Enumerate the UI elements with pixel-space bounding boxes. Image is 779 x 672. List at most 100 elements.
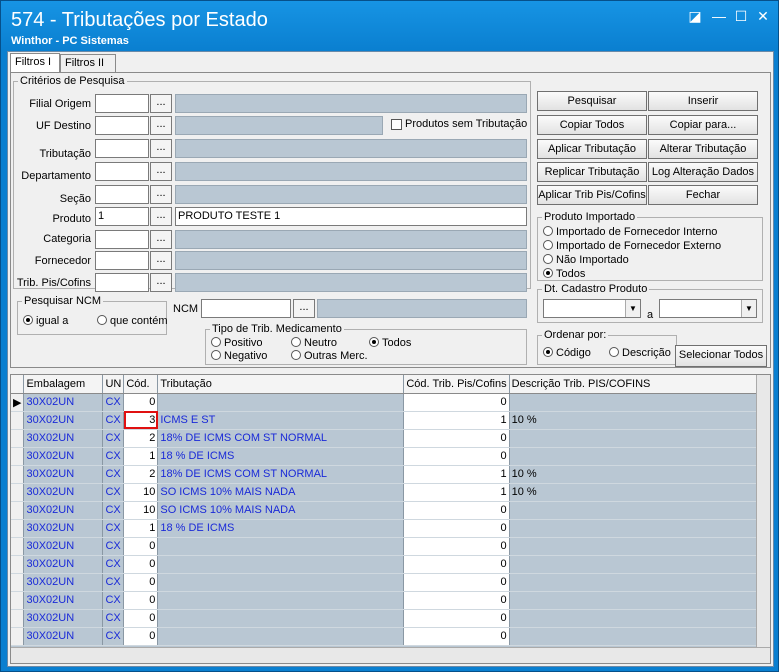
cell-desc-trib-pis[interactable]: [509, 573, 758, 592]
table-row[interactable]: 30X02UN CX 1 18 % DE ICMS 0: [11, 519, 766, 538]
cell-embalagem[interactable]: 30X02UN: [23, 411, 104, 430]
cell-desc-trib-pis[interactable]: [509, 519, 758, 538]
cell-cod[interactable]: 0: [123, 627, 159, 646]
cell-cod[interactable]: 2: [123, 465, 159, 484]
cell-desc-trib-pis[interactable]: [509, 555, 758, 574]
ordenar-codigo-radio[interactable]: Código: [543, 347, 591, 359]
cell-cod-trib-pis[interactable]: 0: [403, 501, 510, 520]
cell-un[interactable]: CX: [102, 393, 125, 412]
col-tributacao[interactable]: Tributação: [157, 375, 405, 394]
produto-input[interactable]: 1: [95, 207, 149, 226]
cell-cod[interactable]: 3: [123, 411, 159, 430]
table-row[interactable]: 30X02UN CX 0 0: [11, 609, 766, 628]
table-row[interactable]: 30X02UN CX 0 0: [11, 591, 766, 610]
produto-lookup-button[interactable]: ...: [150, 207, 172, 226]
cell-tributacao[interactable]: [157, 609, 405, 628]
cell-un[interactable]: CX: [102, 609, 125, 628]
cell-cod[interactable]: 0: [123, 537, 159, 556]
table-row[interactable]: 30X02UN CX 0 0: [11, 555, 766, 574]
uf-input[interactable]: [95, 116, 149, 135]
ordenar-descricao-radio[interactable]: Descrição: [609, 347, 671, 359]
cell-un[interactable]: CX: [102, 519, 125, 538]
cell-un[interactable]: CX: [102, 627, 125, 646]
table-row[interactable]: 30X02UN CX 10 SO ICMS 10% MAIS NADA 1 10 %: [11, 483, 766, 502]
cell-un[interactable]: CX: [102, 429, 125, 448]
cell-un[interactable]: CX: [102, 465, 125, 484]
col-embalagem[interactable]: Embalagem: [23, 375, 104, 394]
cell-embalagem[interactable]: 30X02UN: [23, 537, 104, 556]
cell-embalagem[interactable]: 30X02UN: [23, 501, 104, 520]
secao-input[interactable]: [95, 185, 149, 204]
cell-desc-trib-pis[interactable]: [509, 609, 758, 628]
table-row[interactable]: 30X02UN CX 2 18% DE ICMS COM ST NORMAL 1 10 %: [11, 465, 766, 484]
cell-desc-trib-pis[interactable]: [509, 501, 758, 520]
filial-lookup-button[interactable]: ...: [150, 94, 172, 113]
ncm-input[interactable]: [201, 299, 291, 318]
medic-neutro-radio[interactable]: Neutro: [291, 337, 337, 349]
tributacao-lookup-button[interactable]: ...: [150, 139, 172, 158]
departamento-lookup-button[interactable]: ...: [150, 162, 172, 181]
cell-un[interactable]: CX: [102, 447, 125, 466]
table-row[interactable]: ▶ 30X02UN CX 0 0: [11, 393, 766, 412]
cell-cod-trib-pis[interactable]: 0: [403, 591, 510, 610]
cell-un[interactable]: CX: [102, 483, 125, 502]
cell-embalagem[interactable]: 30X02UN: [23, 447, 104, 466]
cell-tributacao[interactable]: 18 % DE ICMS: [157, 447, 405, 466]
table-row[interactable]: 30X02UN CX 0 0: [11, 537, 766, 556]
categoria-input[interactable]: [95, 230, 149, 249]
cell-tributacao[interactable]: SO ICMS 10% MAIS NADA: [157, 501, 405, 520]
close-icon[interactable]: ✕: [753, 7, 773, 25]
cell-un[interactable]: CX: [102, 591, 125, 610]
ncm-lookup-button[interactable]: ...: [293, 299, 315, 318]
cell-embalagem[interactable]: 30X02UN: [23, 483, 104, 502]
cell-desc-trib-pis[interactable]: 10 %: [509, 411, 758, 430]
cadastro-from-select[interactable]: ▼: [543, 299, 641, 318]
results-grid[interactable]: Embalagem UN Cód. Tributação Cód. Trib. …: [10, 374, 771, 664]
cell-cod-trib-pis[interactable]: 0: [403, 393, 510, 412]
cadastro-to-select[interactable]: ▼: [659, 299, 757, 318]
cell-cod[interactable]: 0: [123, 555, 159, 574]
copiar-para-button[interactable]: Copiar para...: [648, 115, 758, 135]
cell-un[interactable]: CX: [102, 573, 125, 592]
col-cod-trib-pis[interactable]: Cód. Trib. Pis/Cofins: [403, 375, 510, 394]
restore-icon[interactable]: ◪: [685, 7, 705, 25]
cell-cod[interactable]: 0: [123, 591, 159, 610]
ncm-contem-radio[interactable]: que contém: [97, 315, 167, 327]
col-desc-trib-pis[interactable]: Descrição Trib. PIS/COFINS: [509, 375, 758, 394]
table-row[interactable]: 30X02UN CX 3 ICMS E ST 1 10 %: [11, 411, 766, 430]
cell-desc-trib-pis[interactable]: [509, 537, 758, 556]
departamento-input[interactable]: [95, 162, 149, 181]
cell-tributacao[interactable]: 18% DE ICMS COM ST NORMAL: [157, 465, 405, 484]
cell-cod-trib-pis[interactable]: 0: [403, 609, 510, 628]
cell-cod[interactable]: 10: [123, 483, 159, 502]
tab-filtros-1[interactable]: Filtros I: [10, 53, 60, 73]
categoria-lookup-button[interactable]: ...: [150, 230, 172, 249]
importado-externo-radio[interactable]: Importado de Fornecedor Externo: [543, 240, 721, 252]
cell-cod-trib-pis[interactable]: 0: [403, 573, 510, 592]
vertical-scrollbar[interactable]: [756, 375, 770, 649]
alterar-trib-button[interactable]: Alterar Tributação: [648, 139, 758, 159]
cell-desc-trib-pis[interactable]: [509, 393, 758, 412]
cell-tributacao[interactable]: 18% DE ICMS COM ST NORMAL: [157, 429, 405, 448]
sem-trib-checkbox[interactable]: Produtos sem Tributação: [391, 118, 527, 130]
tributacao-input[interactable]: [95, 139, 149, 158]
importado-interno-radio[interactable]: Importado de Fornecedor Interno: [543, 226, 717, 238]
cell-embalagem[interactable]: 30X02UN: [23, 393, 104, 412]
maximize-icon[interactable]: ☐: [731, 7, 751, 25]
selecionar-todos-button[interactable]: Selecionar Todos: [675, 345, 767, 367]
cell-tributacao[interactable]: ICMS E ST: [157, 411, 405, 430]
cell-cod-trib-pis[interactable]: 1: [403, 465, 510, 484]
cell-tributacao[interactable]: SO ICMS 10% MAIS NADA: [157, 483, 405, 502]
cell-cod[interactable]: 1: [123, 447, 159, 466]
cell-embalagem[interactable]: 30X02UN: [23, 591, 104, 610]
medic-outras-radio[interactable]: Outras Merc.: [291, 350, 368, 362]
importado-todos-radio[interactable]: Todos: [543, 268, 585, 280]
trib-pis-input[interactable]: [95, 273, 149, 292]
cell-tributacao[interactable]: [157, 393, 405, 412]
cell-un[interactable]: CX: [102, 411, 125, 430]
cell-cod[interactable]: 2: [123, 429, 159, 448]
cell-desc-trib-pis[interactable]: [509, 591, 758, 610]
table-row[interactable]: 30X02UN CX 1 18 % DE ICMS 0: [11, 447, 766, 466]
cell-cod-trib-pis[interactable]: 0: [403, 519, 510, 538]
inserir-button[interactable]: Inserir: [648, 91, 758, 111]
